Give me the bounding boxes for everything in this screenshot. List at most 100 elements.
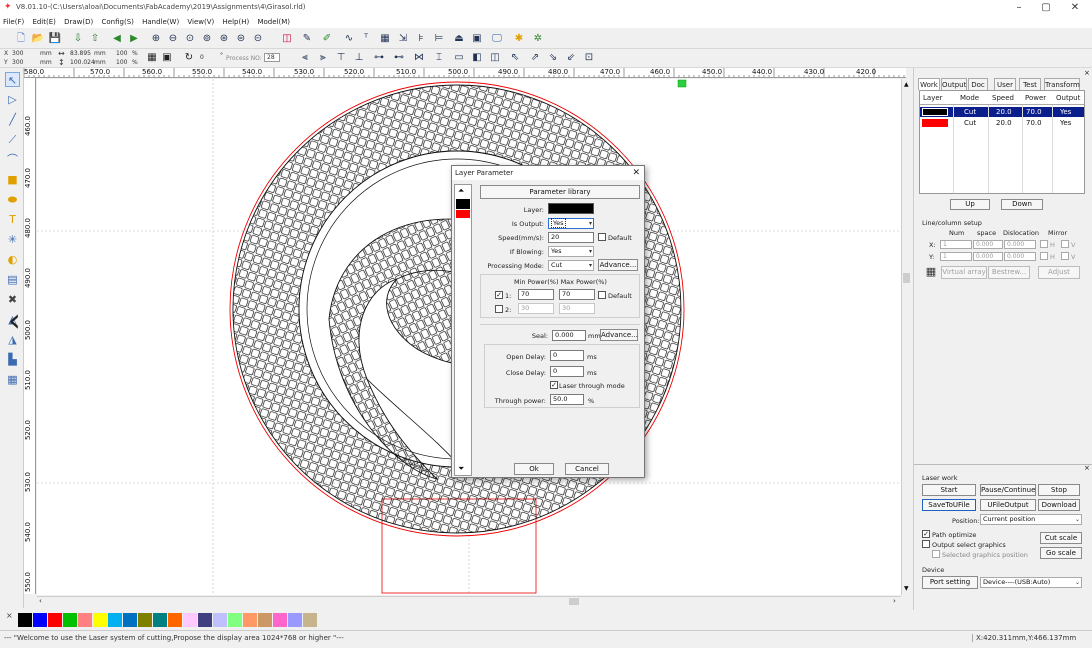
vertical-scroll-thumb[interactable] [903,273,910,283]
minimize-button[interactable]: – [1006,1,1032,15]
menu-view[interactable]: View(V) [184,16,217,28]
layer-up-button[interactable]: Up [950,199,990,210]
y-space-input[interactable]: 0.000 [973,252,1003,261]
download-button[interactable]: Download [1038,499,1080,511]
zoom-out-icon[interactable]: ⊖ [166,32,180,46]
tab-transform[interactable]: Transform [1044,78,1080,90]
distribute-v-icon[interactable]: ◫ [488,51,502,65]
line-tool-icon[interactable]: ╱ [5,112,20,127]
polyline-tool-icon[interactable]: ⟋ [5,132,20,147]
palette-close-icon[interactable]: × [6,611,13,620]
same-width-icon[interactable]: ⋈ [412,51,426,65]
power1-checkbox[interactable]: ✓ [495,291,503,299]
y-dislocation-input[interactable]: 0.000 [1004,252,1036,261]
blowing-select[interactable]: Yes ▾ [548,246,594,257]
new-file-icon[interactable]: 🗋 [14,32,28,46]
menu-model[interactable]: Model(M) [254,16,293,28]
layer-settings-icon[interactable]: ✲ [531,32,545,46]
table-row[interactable]: Cut 20.0 70.0 Yes [920,118,1084,128]
monitor-icon[interactable]: 🖵 [490,32,504,46]
y-mirror-v-checkbox[interactable] [1061,252,1069,260]
center-icon[interactable]: ▣ [160,51,174,65]
arrow-se-icon[interactable]: ⇘ [546,51,560,65]
tab-user[interactable]: User [994,78,1016,90]
y-num-input[interactable]: 1 [940,252,972,261]
zoom-fit-icon[interactable]: ⊝ [251,32,265,46]
horizontal-scroll-thumb[interactable] [569,598,579,605]
seal-advance-button[interactable]: Advance... [600,329,638,341]
transform-icon[interactable]: ⇲ [396,32,410,46]
arrow-sw-icon[interactable]: ⇙ [564,51,578,65]
align-top-icon[interactable]: ⊤ [334,51,348,65]
tab-work[interactable]: Work [918,78,940,90]
align-center-v-icon[interactable]: ⊷ [392,51,406,65]
align-bottom-icon[interactable]: ⊥ [352,51,366,65]
palette-swatch[interactable] [138,613,152,627]
rotate-icon[interactable]: ↻ [182,51,196,65]
align-center-h-icon[interactable]: ⊶ [372,51,386,65]
position-select[interactable]: Current position ⌄ [980,514,1082,525]
dialog-close-icon[interactable]: ✕ [632,166,640,180]
palette-swatch[interactable] [168,613,182,627]
height-value[interactable]: 100.024 [70,59,95,66]
palette-swatch[interactable] [63,613,77,627]
zoom-window-icon[interactable]: ⊙ [183,32,197,46]
layer-list-down-icon[interactable]: ⏷ [458,464,464,474]
curve-icon[interactable]: ∿ [342,32,356,46]
select-frame-icon[interactable]: ◫ [280,32,294,46]
scroll-right-icon[interactable]: › [893,597,896,605]
redo-icon[interactable]: ▶ [127,32,141,46]
frame-icon[interactable]: ▣ [470,32,484,46]
maximize-button[interactable]: ▢ [1033,1,1059,15]
align-icon[interactable]: ⊧ [414,32,428,46]
center-page-icon[interactable]: ⊡ [582,51,596,65]
palette-swatch[interactable] [273,613,287,627]
ok-button[interactable]: Ok [514,463,554,475]
undo-icon[interactable]: ◀ [110,32,124,46]
palette-swatch[interactable] [198,613,212,627]
scroll-left-icon[interactable]: ‹ [39,597,42,605]
point-tool-icon[interactable]: ✳ [5,232,20,247]
power1-min-input[interactable]: 70 [518,289,554,300]
processing-mode-select[interactable]: Cut ▾ [548,260,594,271]
rectangle-tool-icon[interactable]: ■ [5,172,20,187]
horizontal-scrollbar[interactable]: ‹ › [37,596,901,606]
menu-edit[interactable]: Edit(E) [29,16,58,28]
export-icon[interactable]: ⇧ [88,32,102,46]
x-mirror-h-checkbox[interactable] [1040,240,1048,248]
power2-checkbox[interactable] [495,305,503,313]
ellipse-tool-icon[interactable]: ⬬ [5,192,20,207]
vertical-scrollbar[interactable]: ▲ ▼ [901,79,911,595]
align-right-icon[interactable]: ⫸ [316,51,330,65]
tab-doc[interactable]: Doc [968,78,988,90]
layer-list-swatch-black[interactable] [456,199,470,209]
process-no-input[interactable]: 28 [264,53,280,62]
matrix-tool-icon[interactable]: ▦ [5,372,20,387]
y-mirror-h-checkbox[interactable] [1040,252,1048,260]
array-grid-icon[interactable]: ▦ [924,265,938,279]
start-button[interactable]: Start [922,484,976,496]
palette-swatch[interactable] [48,613,62,627]
grid-tool-icon[interactable]: ▤ [5,272,20,287]
pen-icon[interactable]: ✐ [320,32,334,46]
select-tool-icon[interactable]: ↖ [5,72,20,87]
palette-swatch[interactable] [153,613,167,627]
tab-test[interactable]: Test [1019,78,1041,90]
distribute-icon[interactable]: ⊨ [432,32,446,46]
palette-swatch[interactable] [303,613,317,627]
same-size-icon[interactable]: ▭ [452,51,466,65]
zoom-in-icon[interactable]: ⊕ [149,32,163,46]
mode-advance-button[interactable]: Advance... [598,259,638,271]
panel-close-icon[interactable]: × [1084,69,1090,77]
speed-input[interactable]: 20 [548,232,594,243]
tab-output[interactable]: Output [941,78,967,90]
ufile-output-button[interactable]: UFileOutput [980,499,1036,511]
close-window-button[interactable]: ✕ [1062,1,1088,15]
speed-default-checkbox[interactable] [598,233,606,241]
close-delay-input[interactable]: 0 [550,366,584,377]
image-tool-icon[interactable]: ◐ [5,252,20,267]
pause-continue-button[interactable]: Pause/Continue [980,484,1036,496]
bestrew-button[interactable]: Bestrew... [988,266,1030,279]
seal-input[interactable]: 0.000 [552,330,586,341]
menu-draw[interactable]: Draw(D) [61,16,96,28]
